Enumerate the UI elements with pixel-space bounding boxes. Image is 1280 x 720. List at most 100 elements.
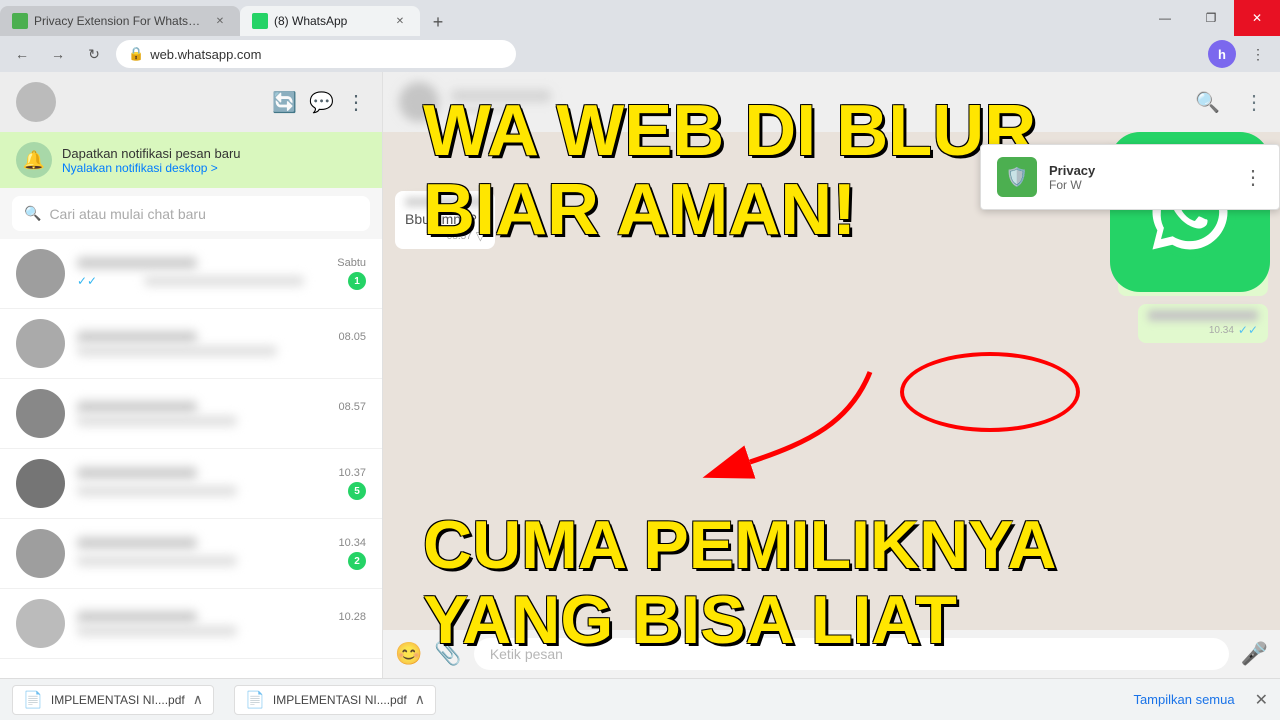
unread-badge: 2 <box>348 552 366 570</box>
chat-name <box>77 537 197 549</box>
overlay-line4: YANG BISA LIAT <box>423 583 1056 658</box>
chat-list: Sabtu ✓✓ 1 08.05 <box>0 239 382 678</box>
notification-bar: 🔔 Dapatkan notifikasi pesan baru Nyalaka… <box>0 132 382 188</box>
new-chat-icon[interactable]: 💬 <box>309 90 334 115</box>
close-downloads-button[interactable]: ✕ <box>1255 690 1268 710</box>
notification-content: Dapatkan notifikasi pesan baru Nyalakan … <box>62 146 241 175</box>
expand-button[interactable]: ∧ <box>193 691 203 708</box>
download-item: 📄 IMPLEMENTASI NI....pdf ∧ <box>234 685 436 715</box>
chat-preview <box>77 416 237 426</box>
chat-info: 08.05 <box>77 331 366 356</box>
chat-preview <box>77 346 277 356</box>
chat-name <box>77 611 197 623</box>
chat-item[interactable]: 08.57 <box>0 379 382 449</box>
avatar <box>16 389 65 438</box>
maximize-button[interactable]: ❐ <box>1188 0 1234 36</box>
header-icons: 🔄 💬 ⋮ <box>272 90 366 115</box>
avatar <box>16 529 65 578</box>
overlay-line1: WA WEB DI BLUR <box>423 92 1036 171</box>
chat-name <box>77 467 197 479</box>
tab-favicon-privacy <box>12 13 28 29</box>
pdf-icon: 📄 <box>245 690 265 710</box>
chat-name <box>77 401 197 413</box>
lock-icon: 🔒 <box>128 46 144 62</box>
back-button[interactable]: ← <box>8 40 36 68</box>
notification-link[interactable]: Nyalakan notifikasi desktop > <box>62 161 241 175</box>
chat-item[interactable]: Sabtu ✓✓ 1 <box>0 239 382 309</box>
pdf-icon: 📄 <box>23 690 43 710</box>
wa-header: 🔄 💬 ⋮ <box>0 72 382 132</box>
chat-info: 10.28 <box>77 611 366 636</box>
notification-text: Dapatkan notifikasi pesan baru <box>62 146 241 161</box>
chat-time: 08.57 <box>338 401 366 413</box>
profile-icon[interactable]: h <box>1208 40 1236 68</box>
main-content: 🔄 💬 ⋮ 🔔 Dapatkan notifikasi pesan baru N… <box>0 72 1280 678</box>
chat-preview <box>77 556 237 566</box>
address-text: web.whatsapp.com <box>150 47 261 62</box>
tab-close-privacy[interactable]: ✕ <box>212 13 228 29</box>
read-icon: ✓✓ <box>77 274 97 288</box>
tab-label-whatsapp: (8) WhatsApp <box>274 14 386 28</box>
chat-time: 10.34 <box>338 537 366 549</box>
chat-info: 10.37 5 <box>77 467 366 500</box>
tab-favicon-whatsapp <box>252 13 268 29</box>
expand-button[interactable]: ∧ <box>415 691 425 708</box>
tab-privacy-extension[interactable]: Privacy Extension For WhatsApp ✕ <box>0 6 240 36</box>
avatar <box>16 459 65 508</box>
tab-label-privacy: Privacy Extension For WhatsApp <box>34 14 206 28</box>
unread-badge: 5 <box>348 482 366 500</box>
more-button[interactable]: ⋮ <box>1244 40 1272 68</box>
whatsapp-sidebar: 🔄 💬 ⋮ 🔔 Dapatkan notifikasi pesan baru N… <box>0 72 383 678</box>
chat-info: Sabtu ✓✓ 1 <box>77 257 366 290</box>
chat-time: Sabtu <box>337 257 366 269</box>
search-icon: 🔍 <box>24 205 41 222</box>
privacy-logo: 🛡️ <box>997 157 1037 197</box>
download-item: 📄 IMPLEMENTASI NI....pdf ∧ <box>12 685 214 715</box>
chat-time: 08.05 <box>338 331 366 343</box>
chat-preview <box>144 276 304 286</box>
arrow-annotation <box>690 362 890 482</box>
chat-time: 10.37 <box>338 467 366 479</box>
address-bar: ← → ↻ 🔒 web.whatsapp.com h ⋮ <box>0 36 1280 72</box>
downloads-bar: 📄 IMPLEMENTASI NI....pdf ∧ 📄 IMPLEMENTAS… <box>0 678 1280 720</box>
circle-annotation <box>900 352 1080 432</box>
chat-item[interactable]: 10.28 <box>0 589 382 659</box>
window-controls: — ❐ ✕ <box>1142 0 1280 36</box>
tab-whatsapp[interactable]: (8) WhatsApp ✕ <box>240 6 420 36</box>
new-tab-button[interactable]: + <box>424 8 452 36</box>
forward-button[interactable]: → <box>44 40 72 68</box>
chat-name <box>77 331 197 343</box>
privacy-popup: 🛡️ Privacy For W ⋮ <box>980 144 1280 210</box>
reload-button[interactable]: ↻ <box>80 40 108 68</box>
chat-item[interactable]: 08.05 <box>0 309 382 379</box>
chat-preview <box>77 486 237 496</box>
download-filename: IMPLEMENTASI NI....pdf <box>273 693 407 707</box>
privacy-menu-button[interactable]: ⋮ <box>1243 165 1263 190</box>
avatar <box>16 319 65 368</box>
chat-preview <box>77 626 237 636</box>
menu-icon[interactable]: ⋮ <box>346 90 366 115</box>
chat-info: 10.34 2 <box>77 537 366 570</box>
chat-name <box>77 257 197 269</box>
notification-icon: 🔔 <box>16 142 52 178</box>
browser-chrome: Privacy Extension For WhatsApp ✕ (8) Wha… <box>0 0 1280 72</box>
search-box[interactable]: 🔍 Cari atau mulai chat baru <box>12 196 370 231</box>
tab-bar: Privacy Extension For WhatsApp ✕ (8) Wha… <box>0 0 1280 36</box>
user-avatar[interactable] <box>16 82 56 122</box>
chat-item[interactable]: 10.34 2 <box>0 519 382 589</box>
show-all-button[interactable]: Tampilkan semua <box>1133 692 1234 707</box>
minimize-button[interactable]: — <box>1142 0 1188 36</box>
search-container: 🔍 Cari atau mulai chat baru <box>0 188 382 239</box>
chat-info: 08.57 <box>77 401 366 426</box>
avatar <box>16 599 65 648</box>
unread-badge: 1 <box>348 272 366 290</box>
chat-item[interactable]: 10.37 5 <box>0 449 382 519</box>
close-button[interactable]: ✕ <box>1234 0 1280 36</box>
privacy-popup-text: Privacy For W <box>1049 163 1231 192</box>
address-field[interactable]: 🔒 web.whatsapp.com <box>116 40 516 68</box>
overlay-line3: CUMA PEMILIKNYA <box>423 508 1056 583</box>
overlay-line2: BIAR AMAN! <box>423 171 1036 250</box>
search-placeholder: Cari atau mulai chat baru <box>49 206 205 222</box>
refresh-icon[interactable]: 🔄 <box>272 90 297 115</box>
tab-close-whatsapp[interactable]: ✕ <box>392 13 408 29</box>
